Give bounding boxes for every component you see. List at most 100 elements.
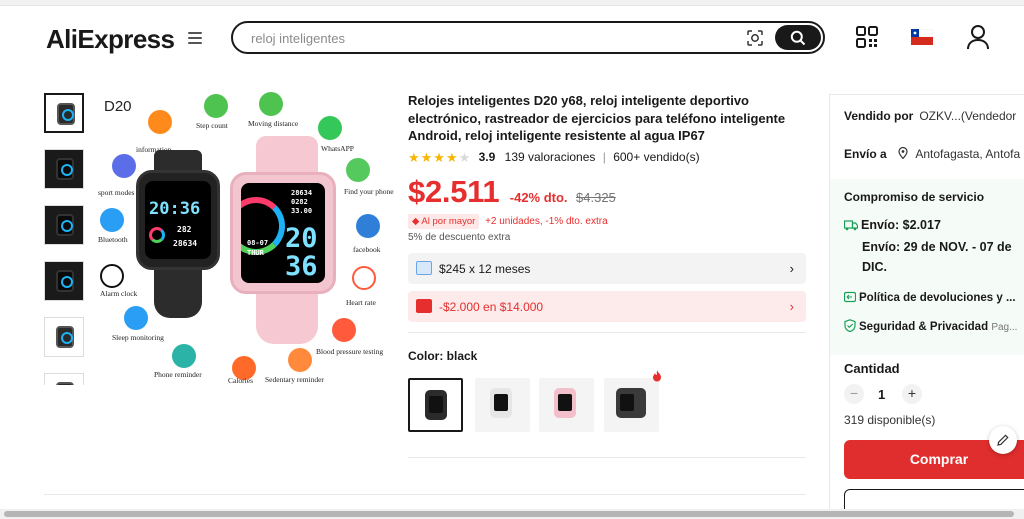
chevron-right-icon: › [789, 299, 794, 314]
bulk-badge: ◆ Al por mayor [408, 214, 480, 229]
returns-policy[interactable]: Política de devoluciones y ... [843, 291, 1016, 304]
sold-count: 600+ vendido(s) [613, 150, 700, 165]
facebook-icon [356, 214, 380, 238]
service-commitment: Compromiso de servicio Envío: $2.017 Env… [830, 179, 1024, 355]
shipping-date: Envío: 29 de NOV. - 07 de [862, 240, 1012, 254]
scrollbar-thumb[interactable] [4, 511, 1014, 517]
shield-check-icon [844, 319, 856, 333]
feature-label: sport modes [98, 188, 135, 197]
sedentary-icon [288, 348, 312, 372]
account-icon[interactable] [966, 24, 990, 50]
whatsapp-icon [318, 116, 342, 140]
search-bar [231, 21, 825, 54]
menu-icon[interactable] [188, 32, 202, 46]
aliexpress-logo[interactable]: AliExpress [46, 24, 175, 55]
current-price: $2.511 [408, 174, 500, 209]
black-watch-image: 20:36 282 28634 [136, 170, 220, 270]
feature-label: Step count [196, 121, 228, 130]
quantity-decrease-button[interactable]: − [844, 384, 864, 404]
pencil-icon [997, 434, 1009, 446]
search-input[interactable] [251, 29, 731, 47]
feature-label: WhatsAPP [321, 144, 354, 153]
color-swatch-black-gray[interactable] [604, 378, 659, 432]
installments-text: $245 x 12 meses [439, 262, 531, 276]
installments-card[interactable]: $245 x 12 meses › [408, 253, 806, 284]
sport-modes-icon [112, 154, 136, 178]
installments-icon [416, 261, 432, 275]
search-button[interactable] [775, 25, 821, 50]
feature-label: Phone reminder [154, 370, 202, 379]
quantity-increase-button[interactable]: + [902, 384, 922, 404]
extra-discount: 5% de descuento extra [408, 232, 511, 243]
feature-label: Bluetooth [98, 235, 128, 244]
alarm-clock-icon [100, 264, 124, 288]
thumbnail-5[interactable] [44, 317, 84, 357]
color-label: Color: black [408, 349, 478, 363]
step-count-icon [204, 94, 228, 118]
feature-label: Find your phone [344, 187, 394, 196]
security-privacy[interactable]: Seguridad & Privacidad Pag... [844, 319, 1017, 333]
main-product-image[interactable]: D20 Step count Moving distance WhatsAPP … [96, 90, 394, 386]
color-swatch-black[interactable] [408, 378, 463, 432]
quantity-value[interactable]: 1 [878, 387, 885, 402]
feature-label: Sleep monitoring [112, 333, 164, 342]
return-icon [843, 291, 857, 303]
discount-percent: -42% dto. [509, 190, 568, 205]
feature-label: Sedentary reminder [265, 375, 324, 384]
rating-row: ★★★★★ 3.9 139 valoraciones | 600+ vendid… [408, 150, 700, 165]
purchase-panel: Vendido por OZKV...(Vendedor Envío a Anto… [829, 94, 1024, 519]
blood-pressure-icon [332, 318, 356, 342]
heart-rate-icon [352, 266, 376, 290]
feature-label: Blood pressure testing [316, 347, 384, 356]
feature-label: facebook [353, 245, 381, 254]
shipping-date-end: DIC. [862, 260, 887, 274]
coupon-icon [416, 299, 432, 313]
coupon-card[interactable]: -$2.000 en $14.000 › [408, 291, 806, 322]
rating-score: 3.9 [478, 150, 496, 165]
rating-stars: ★★★★★ [408, 150, 472, 165]
qr-code-icon[interactable] [856, 26, 878, 48]
thumbnail-6[interactable] [44, 373, 84, 385]
search-icon [790, 30, 806, 46]
available-stock: 319 disponible(s) [844, 413, 936, 427]
color-swatch-pink[interactable] [539, 378, 594, 432]
site-header: AliExpress [0, 6, 1024, 68]
seller-link[interactable]: OZKV...(Vendedor [919, 109, 1016, 123]
find-phone-icon [346, 158, 370, 182]
information-icon [148, 110, 172, 134]
edit-floating-button[interactable] [989, 426, 1017, 454]
bulk-offer: ◆ Al por mayor +2 unidades, -1% dto. ext… [408, 214, 608, 229]
horizontal-scrollbar[interactable] [0, 509, 1024, 519]
ship-to-row[interactable]: Envío a Antofagasta, Antofa [844, 146, 1020, 161]
chile-flag-icon[interactable] [911, 29, 933, 45]
pink-watch-image: 28634 0282 33.00 08-07 THUR 20 36 [230, 172, 336, 294]
thumbnail-list [44, 93, 84, 385]
ratings-count-link[interactable]: 139 valoraciones [505, 150, 596, 164]
color-swatch-white[interactable] [475, 378, 530, 432]
thumbnail-2[interactable] [44, 149, 84, 189]
thumbnail-1[interactable] [44, 93, 84, 133]
price-row: $2.511 -42% dto. $4.325 [408, 174, 616, 210]
thumbnail-4[interactable] [44, 261, 84, 301]
image-model-label: D20 [104, 98, 132, 115]
quantity-label: Cantidad [844, 361, 900, 376]
bulk-offer-text: +2 unidades, -1% dto. extra [485, 216, 608, 227]
phone-reminder-icon [172, 344, 196, 368]
thumbnail-3[interactable] [44, 205, 84, 245]
feature-label: Moving distance [248, 119, 299, 128]
original-price: $4.325 [576, 190, 616, 205]
shipping-cost: Envío: $2.017 [843, 218, 941, 232]
bluetooth-icon [100, 208, 124, 232]
image-search-icon[interactable] [746, 29, 764, 47]
seller-row: Vendido por OZKV...(Vendedor [844, 109, 1017, 123]
product-title: Relojes inteligentes D20 y68, reloj inte… [408, 93, 786, 143]
feature-label: Heart rate [346, 298, 376, 307]
location-icon [259, 92, 283, 116]
feature-label: Alarm clock [100, 289, 138, 298]
sleep-icon [124, 306, 148, 330]
chevron-right-icon: › [789, 261, 794, 276]
service-title: Compromiso de servicio [844, 190, 985, 204]
coupon-text: -$2.000 en $14.000 [439, 300, 544, 314]
location-pin-icon [898, 146, 908, 160]
feature-label: Calories [228, 376, 253, 385]
